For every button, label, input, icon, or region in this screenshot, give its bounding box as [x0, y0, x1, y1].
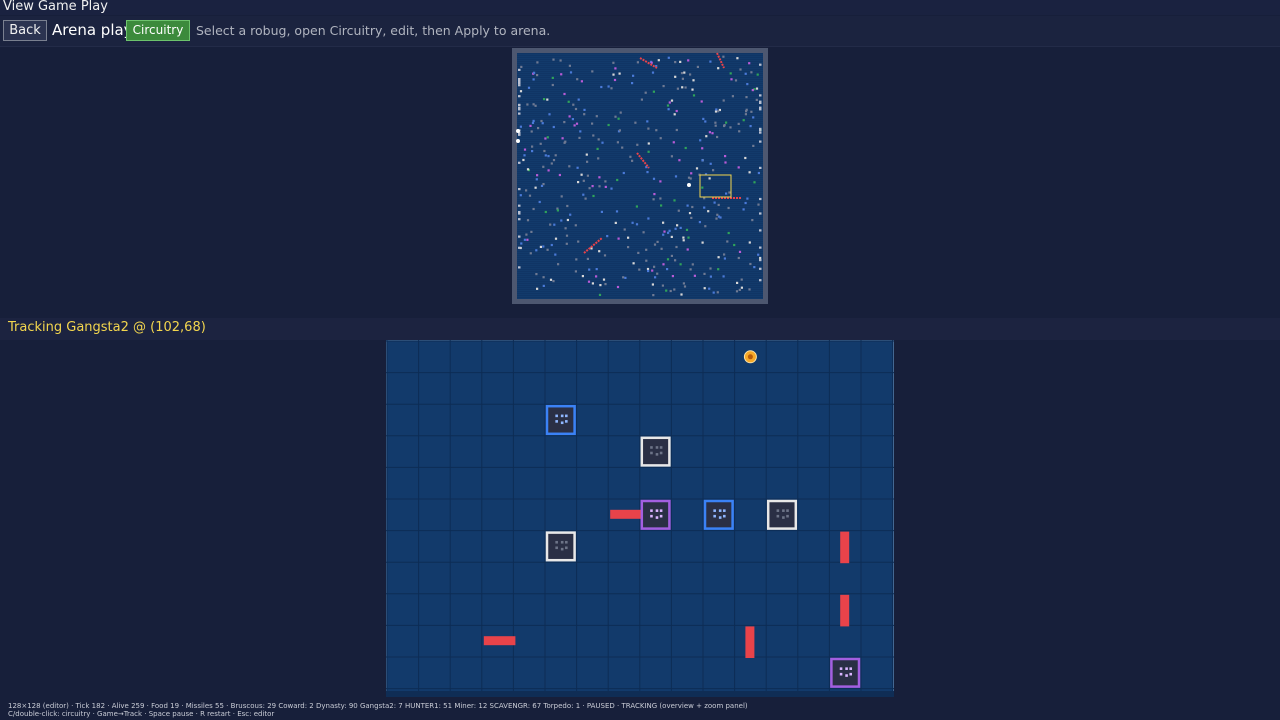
window-title: View Game Play [3, 0, 108, 14]
zoom-canvas[interactable] [386, 340, 894, 697]
mode-label: Arena play [52, 21, 133, 39]
robug-purple[interactable] [640, 499, 671, 530]
tracking-label: Tracking Gangsta2 @ (102,68) [8, 320, 206, 335]
status-bar: 128×128 (editor) · Tick 182 · Alive 259 … [8, 702, 1278, 718]
missile [745, 626, 755, 658]
missile [483, 636, 516, 646]
robug-white[interactable] [545, 531, 576, 562]
overview-arena [517, 53, 763, 299]
hint-text: Select a robug, open Circuitry, edit, th… [196, 23, 551, 38]
status-line-shortcuts: C/double-click: circuitry · Game→Track ·… [8, 710, 275, 718]
title-bar: View Game Play [0, 0, 1280, 15]
toolbar: Back Arena play Circuitry Select a robug… [0, 16, 1280, 47]
status-line-stats: 128×128 (editor) · Tick 182 · Alive 259 … [8, 702, 748, 710]
zoom-panel[interactable] [386, 340, 894, 697]
zoom-bottom-edge [386, 691, 894, 697]
circuitry-button[interactable]: Circuitry [126, 20, 190, 41]
robug-purple[interactable] [830, 657, 861, 688]
robug-blue[interactable] [545, 404, 576, 436]
robug-white[interactable] [766, 499, 798, 530]
arena-overview-map[interactable] [512, 48, 768, 304]
overview-food [516, 129, 520, 133]
missile [840, 594, 850, 627]
overview-canvas[interactable] [512, 48, 768, 304]
tracking-bar: Tracking Gangsta2 @ (102,68) [0, 318, 1280, 340]
missile [840, 531, 850, 564]
overview-food [687, 183, 691, 187]
back-button[interactable]: Back [3, 20, 47, 41]
robug-white[interactable] [640, 436, 671, 467]
overview-food [516, 139, 520, 143]
robug-blue[interactable] [703, 499, 734, 530]
missile [610, 509, 642, 519]
